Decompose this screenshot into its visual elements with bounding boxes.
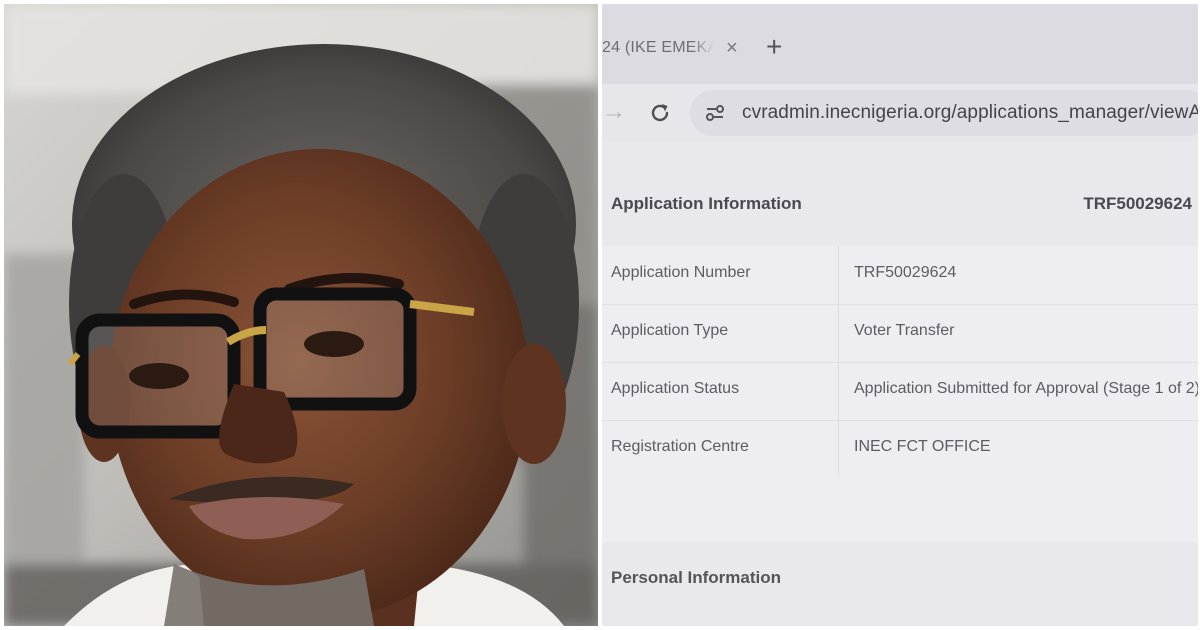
row-value: INEC FCT OFFICE — [854, 438, 991, 455]
site-settings-icon[interactable] — [704, 102, 726, 124]
section-title: Personal Information — [611, 568, 782, 587]
row-label: Application Status — [611, 380, 740, 397]
personal-info-header: Personal Information — [602, 542, 1198, 626]
section-title: Application Information — [611, 194, 802, 213]
row-value: Voter Transfer — [854, 322, 955, 339]
table-row: Application Type Voter Transfer — [602, 304, 1198, 362]
tab-strip: 24 (IKE EMEKA) × + — [602, 4, 1198, 84]
portrait-photo — [4, 4, 598, 626]
browser-tab[interactable]: 24 (IKE EMEKA) × — [602, 26, 752, 70]
row-label: Registration Centre — [611, 438, 749, 455]
application-id: TRF50029624 — [1083, 194, 1192, 213]
tab-title: 24 (IKE EMEKA) — [602, 39, 714, 56]
address-bar[interactable]: cvradmin.inecnigeria.org/applications_ma… — [690, 90, 1198, 136]
browser-toolbar: → cvradmin.inecnigeria.org/applications_… — [602, 84, 1198, 142]
table-row: Application Status Application Submitted… — [602, 362, 1198, 420]
browser-window: 24 (IKE EMEKA) × + → cvradmin.inecnigeri… — [602, 4, 1198, 626]
row-label: Application Number — [611, 264, 751, 281]
application-info-header: Application Information TRF50029624 — [602, 142, 1198, 246]
forward-arrow-icon[interactable]: → — [602, 98, 626, 126]
url-text: cvradmin.inecnigeria.org/applications_ma… — [742, 102, 1198, 123]
close-icon[interactable]: × — [726, 38, 738, 58]
row-label: Application Type — [611, 322, 729, 339]
table-row: Application Number TRF50029624 — [602, 246, 1198, 304]
row-value: TRF50029624 — [854, 264, 957, 281]
page-content: Application Information TRF50029624 Appl… — [602, 142, 1198, 626]
row-value: Application Submitted for Approval (Stag… — [854, 380, 1198, 397]
plus-icon[interactable]: + — [766, 33, 782, 61]
table-row: Registration Centre INEC FCT OFFICE — [602, 420, 1198, 478]
reload-icon[interactable] — [648, 101, 672, 125]
